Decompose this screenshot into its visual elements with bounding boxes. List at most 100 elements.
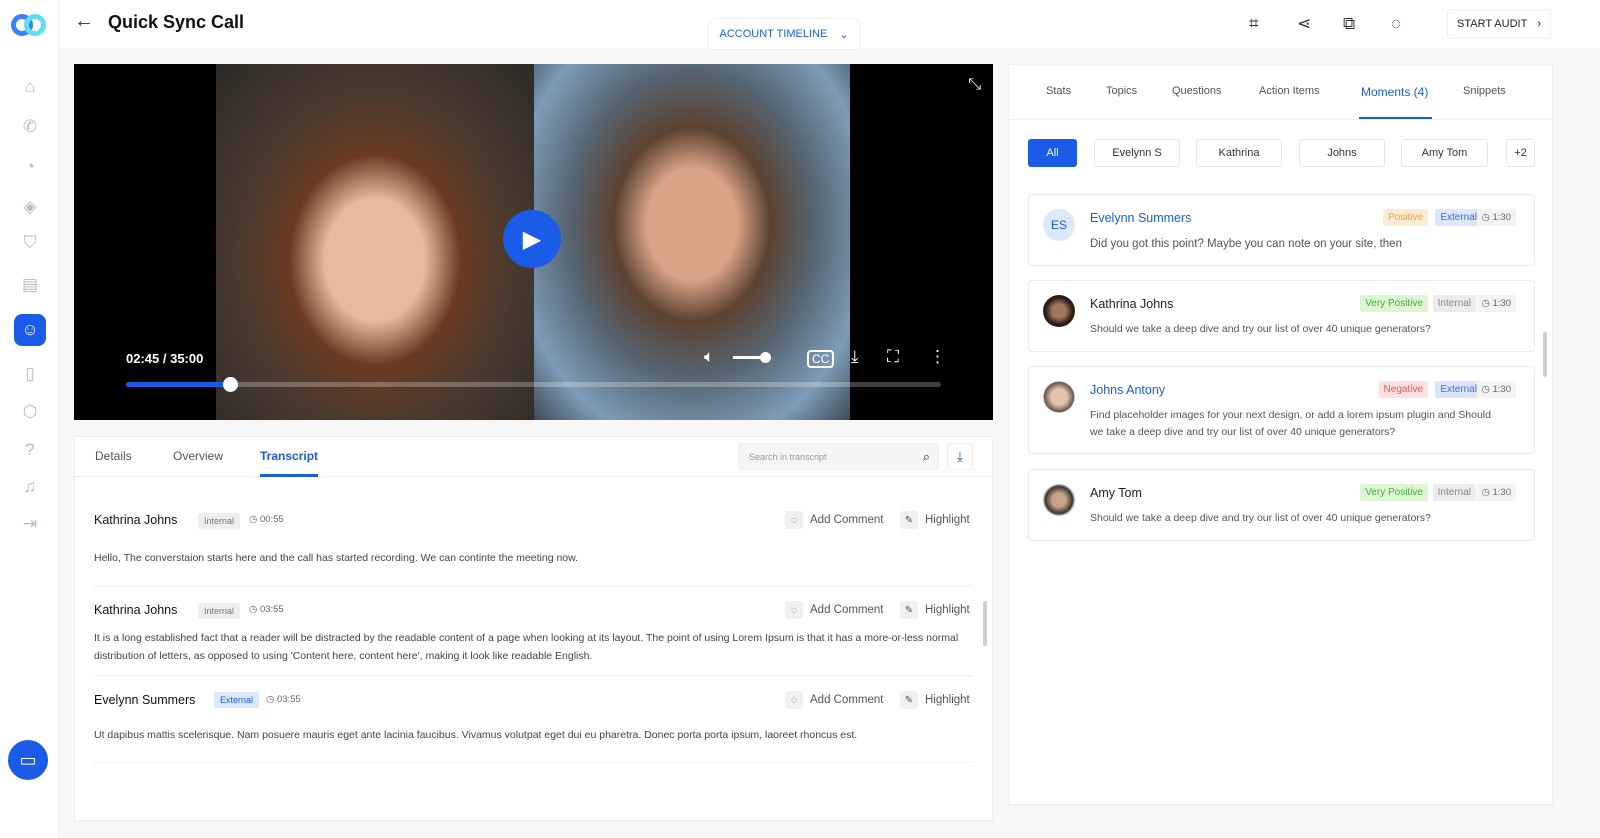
type-badge: Internal (1432, 295, 1476, 312)
user-shield-icon[interactable]: ⛉ (14, 227, 46, 259)
moment-text: Should we take a deep dive and try our l… (1090, 323, 1431, 335)
insights-panel: Stats Topics Questions Action Items Mome… (1008, 64, 1553, 805)
download-icon[interactable]: ⤓ (851, 347, 859, 367)
crop-icon[interactable]: ⌗ (1249, 14, 1259, 34)
transcript-entry: Kathrina Johns Internal ◷ 03:55 ◌ Add Com… (94, 586, 973, 676)
video-player[interactable]: ⤡ ▶ 02:45 / 35:00 🔈︎ CC ⤓ ⛶ ⋮ (74, 64, 993, 420)
captions-icon[interactable]: CC (807, 350, 835, 368)
more-options-icon[interactable]: ⋮ (929, 347, 946, 367)
add-clip-icon[interactable]: ⧉ (1343, 14, 1355, 34)
home-icon[interactable]: ⌂ (14, 71, 46, 103)
chat-button[interactable]: ▭ (8, 740, 48, 780)
moment-text: Should we take a deep dive and try our l… (1090, 512, 1431, 524)
bell-icon[interactable]: ♫ (14, 471, 46, 503)
timestamp: ◷ 03:55 (266, 694, 301, 705)
logout-icon[interactable]: ⇥ (14, 508, 46, 540)
transcript-search-input[interactable]: Search in transcript ⌕ (738, 443, 939, 470)
tab-transcript[interactable]: Transcript (260, 449, 319, 477)
fullscreen-icon[interactable]: ⛶ (887, 347, 899, 367)
document-icon[interactable]: ▯ (14, 358, 46, 390)
highlight-label: Highlight (925, 604, 970, 616)
filter-more[interactable]: +2 (1506, 139, 1535, 167)
tab-snippets[interactable]: Snippets (1463, 85, 1506, 97)
highlight-button[interactable]: ✎ Highlight (900, 691, 970, 709)
filter-all[interactable]: All (1028, 139, 1077, 167)
start-audit-button[interactable]: START AUDIT › (1447, 9, 1551, 39)
help-icon[interactable]: ? (14, 434, 46, 466)
app-logo[interactable] (11, 14, 47, 36)
comments-icon[interactable]: ◌ (1391, 14, 1401, 34)
sentiment-badge: Very Positive (1360, 484, 1428, 501)
play-button[interactable]: ▶ (503, 210, 561, 268)
timestamp: ◷ 03:55 (249, 604, 284, 615)
transcript-text: Ut dapibus mattis scelerisque. Nam posue… (94, 729, 858, 741)
add-comment-button[interactable]: ◌ Add Comment (785, 601, 884, 619)
filter-kathrina[interactable]: Kathrina (1196, 139, 1282, 167)
add-comment-button[interactable]: ◌ Add Comment (785, 691, 884, 709)
account-timeline-label: ACCOUNT TIMELINE (719, 28, 828, 40)
transcript-panel: Details Overview Transcript Search in tr… (74, 436, 993, 821)
highlight-label: Highlight (925, 514, 970, 526)
account-timeline-dropdown[interactable]: ACCOUNT TIMELINE ⌄ (708, 18, 860, 50)
settings-icon[interactable]: ⬡ (14, 396, 46, 428)
highlight-button[interactable]: ✎ Highlight (900, 601, 970, 619)
tab-overview[interactable]: Overview (173, 449, 223, 463)
phone-icon[interactable]: ✆ (14, 111, 46, 143)
comment-icon: ◌ (785, 601, 803, 619)
add-comment-label: Add Comment (810, 604, 884, 616)
filter-evelynn[interactable]: Evelynn S (1094, 139, 1180, 167)
layers-icon[interactable]: ◈ (14, 191, 46, 223)
moment-speaker[interactable]: Amy Tom (1090, 486, 1142, 500)
volume-icon[interactable]: 🔈︎ (704, 347, 714, 367)
speaker-badge: External (214, 692, 260, 708)
comment-icon: ◌ (785, 511, 803, 529)
video-progress-fill (126, 382, 231, 387)
add-comment-button[interactable]: ◌ Add Comment (785, 511, 884, 529)
timestamp-value: 03:55 (259, 604, 284, 615)
pen-icon: ✎ (900, 511, 918, 529)
moments-scrollbar[interactable] (1543, 332, 1547, 377)
type-badge: External (1435, 381, 1482, 398)
volume-knob[interactable] (760, 352, 771, 363)
tab-topics[interactable]: Topics (1106, 85, 1137, 97)
avatar: ES (1043, 209, 1075, 241)
avatar (1043, 381, 1075, 413)
tab-stats[interactable]: Stats (1046, 85, 1071, 97)
highlight-button[interactable]: ✎ Highlight (900, 511, 970, 529)
sentiment-badge: Positive (1382, 209, 1428, 226)
tab-details[interactable]: Details (95, 449, 132, 463)
minimize-icon[interactable]: ⤡ (968, 76, 981, 94)
speaker-name: Kathrina Johns (94, 513, 178, 527)
moment-card[interactable]: Johns Antony Negative External ◷ 1:30 Fi… (1028, 366, 1535, 454)
transcript-scrollbar[interactable] (983, 601, 987, 646)
tab-moments[interactable]: Moments (4) (1358, 85, 1433, 120)
filter-johns[interactable]: Johns (1299, 139, 1385, 167)
pie-chart-icon[interactable]: ◔ (14, 151, 46, 183)
filter-amy-tom[interactable]: Amy Tom (1401, 139, 1488, 167)
download-transcript-button[interactable]: ⤓ (947, 443, 973, 470)
avatar (1043, 484, 1075, 516)
moment-time-value: 1:30 (1492, 212, 1512, 223)
moment-card[interactable]: Kathrina Johns Very Positive Internal ◷ … (1028, 280, 1535, 352)
video-progress-bar[interactable] (126, 377, 941, 392)
divider (1009, 119, 1552, 120)
transcript-entry: Kathrina Johns Internal ◷ 00:55 ◌ Add Com… (94, 499, 973, 586)
moment-text: Find placeholder images for your next de… (1090, 409, 1491, 438)
moment-speaker[interactable]: Evelynn Summers (1090, 211, 1191, 225)
contacts-icon[interactable]: ☺ (14, 314, 46, 346)
tab-action-items[interactable]: Action Items (1259, 85, 1320, 97)
participant-video-1 (216, 64, 534, 420)
transcript-entry: Evelynn Summers External ◷ 03:55 ◌ Add Co… (94, 676, 973, 763)
tab-questions[interactable]: Questions (1172, 85, 1222, 97)
pen-icon: ✎ (900, 601, 918, 619)
search-icon[interactable]: ⌕ (923, 449, 930, 465)
speaker-name: Evelynn Summers (94, 693, 196, 707)
moment-card[interactable]: ES Evelynn Summers Positive External ◷ 1… (1028, 194, 1535, 266)
back-arrow-icon[interactable]: ← (74, 10, 94, 33)
moment-speaker[interactable]: Johns Antony (1090, 383, 1165, 397)
participant-video-2 (534, 64, 850, 420)
share-icon[interactable]: ⋖ (1297, 14, 1311, 34)
moment-speaker[interactable]: Kathrina Johns (1090, 297, 1173, 311)
calendar-icon[interactable]: ▤ (14, 269, 46, 301)
moment-card[interactable]: Amy Tom Very Positive Internal ◷ 1:30 Sh… (1028, 469, 1535, 541)
